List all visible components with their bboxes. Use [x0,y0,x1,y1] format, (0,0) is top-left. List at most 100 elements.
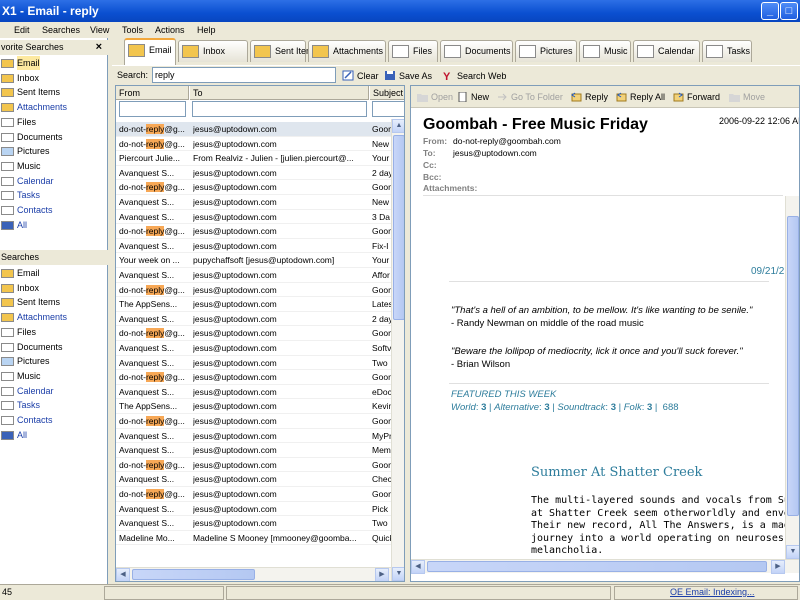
to-filter-input[interactable] [192,101,367,117]
album-title[interactable]: Summer At Shatter Creek [531,465,702,480]
middle-splitter[interactable] [405,85,409,582]
menu-tools[interactable]: Tools [122,22,143,38]
table-row[interactable]: The AppSens... jesus@uptodown.com Lates [116,297,392,312]
genre-world[interactable]: World [451,402,476,413]
search-item-all[interactable]: All [0,428,108,442]
menu-edit[interactable]: Edit [14,22,30,38]
search-item-documents[interactable]: Documents [0,340,108,354]
favorite-item-inbox[interactable]: Inbox [0,71,108,85]
tab-files[interactable]: Files [388,40,438,62]
reader-scroll-left-arrow[interactable]: ◀ [411,560,425,574]
genre-folk[interactable]: Folk [624,402,642,413]
tab-documents[interactable]: Documents [440,40,513,62]
scroll-down-arrow[interactable]: ▼ [392,567,404,581]
favorite-item-contacts[interactable]: Contacts [0,203,108,217]
scroll-right-arrow[interactable]: ▶ [375,568,389,581]
table-row[interactable]: Avanquest S... jesus@uptodown.com 3 Da [116,210,391,225]
open-button[interactable]: Open [417,91,453,104]
favorite-item-tasks[interactable]: Tasks [0,188,108,202]
list-vertical-scrollbar[interactable]: ▲ ▼ [391,119,404,581]
search-item-sent-items[interactable]: Sent Items [0,295,108,309]
tab-inbox[interactable]: Inbox [178,40,248,62]
left-splitter[interactable] [109,85,113,582]
go-to-folder-button[interactable]: Go To Folder [497,91,563,104]
column-header-from[interactable]: From [116,86,189,100]
table-row[interactable]: The AppSens... jesus@uptodown.com Kevin [116,399,392,414]
search-item-contacts[interactable]: Contacts [0,413,108,427]
favorite-item-attachments[interactable]: Attachments [0,100,108,114]
search-item-music[interactable]: Music [0,369,108,383]
table-row[interactable]: Piercourt Julie... From Realviz - Julien … [116,151,391,166]
save-as-button[interactable]: Save As [384,69,432,83]
scroll-left-arrow[interactable]: ◀ [116,568,130,581]
table-row[interactable]: Avanquest S... jesus@uptodown.com eDoc [116,385,392,400]
close-icon[interactable]: × [96,40,102,55]
reader-horizontal-scrollbar[interactable]: ◀ ▶ [411,559,799,574]
to-address[interactable]: jesus@uptodown.com [453,148,537,158]
favorite-item-documents[interactable]: Documents [0,130,108,144]
table-row[interactable]: do-not-reply@g... jesus@uptodown.com Goom [116,370,392,385]
menu-help[interactable]: Help [197,22,216,38]
table-row[interactable]: Avanquest S... jesus@uptodown.com Fix-I [116,239,391,254]
tab-attachments[interactable]: Attachments [308,40,386,62]
table-row[interactable]: do-not-reply@g... jesus@uptodown.com Goom [116,458,392,473]
table-row[interactable]: Avanquest S... jesus@uptodown.com Softv [116,341,391,356]
reader-hscroll-thumb[interactable] [427,561,767,572]
table-row[interactable]: Avanquest S... jesus@uptodown.com Chec [116,472,392,487]
menu-actions[interactable]: Actions [155,22,185,38]
table-row[interactable]: do-not-reply@g... jesus@uptodown.com Goom [116,180,392,195]
tab-calendar[interactable]: Calendar [633,40,700,62]
table-row[interactable]: do-not-reply@g... jesus@uptodown.com Goom [116,414,392,429]
subject-filter-input[interactable] [372,101,404,117]
tab-email[interactable]: Email [124,38,176,65]
move-button[interactable]: Move [729,91,765,104]
table-row[interactable]: Madeline Mo... Madeline S Mooney [mmooney… [116,531,392,546]
favorite-item-pictures[interactable]: Pictures [0,144,108,158]
search-item-files[interactable]: Files [0,325,108,339]
search-item-attachments[interactable]: Attachments [0,310,108,324]
reader-scroll-right-arrow[interactable]: ▶ [771,560,785,574]
table-row[interactable]: Your week on ... pupychaffsoft [jesus@upt… [116,253,391,268]
menu-searches[interactable]: Searches [42,22,80,38]
tab-sent-items[interactable]: Sent Items [250,40,318,62]
table-row[interactable]: Avanquest S... jesus@uptodown.com 2 day [116,312,392,327]
scroll-thumb[interactable] [393,135,404,320]
table-row[interactable]: Avanquest S... jesus@uptodown.com 2 day [116,166,392,181]
reply-button[interactable]: Reply [571,91,608,104]
search-input[interactable]: reply [152,67,336,83]
list-horizontal-scrollbar[interactable]: ◀ ▶ [116,567,391,581]
new-button[interactable]: New [457,91,489,104]
favorite-item-music[interactable]: Music [0,159,108,173]
reader-vertical-scrollbar[interactable]: ▼ [785,196,799,559]
table-row[interactable]: Avanquest S... jesus@uptodown.com MyPr [116,429,392,444]
tab-music[interactable]: Music [579,40,631,62]
reply-all-button[interactable]: Reply All [616,91,665,104]
favorite-item-all[interactable]: All [0,218,108,232]
clear-button[interactable]: Clear [342,69,379,83]
reader-scroll-thumb[interactable] [787,216,799,516]
from-filter-input[interactable] [119,101,186,117]
table-row[interactable]: do-not-reply@g... jesus@uptodown.com Goom [116,122,392,137]
table-row[interactable]: do-not-reply@g... jesus@uptodown.com Goom [116,224,392,239]
favorite-item-files[interactable]: Files [0,115,108,129]
indexing-status-link[interactable]: OE Email: Indexing... [670,585,755,600]
table-row[interactable]: do-not-reply@g... jesus@uptodown.com Goom [116,487,392,502]
tab-pictures[interactable]: Pictures [515,40,577,62]
table-row[interactable]: Avanquest S... jesus@uptodown.com New [116,195,391,210]
genre-more-count[interactable]: 688 [663,402,679,413]
favorite-item-email[interactable]: Email [0,56,108,70]
search-item-inbox[interactable]: Inbox [0,281,108,295]
menu-view[interactable]: View [90,22,109,38]
tab-tasks[interactable]: Tasks [702,40,752,62]
table-row[interactable]: Avanquest S... jesus@uptodown.com Affor [116,268,391,283]
table-row[interactable]: do-not-reply@g... jesus@uptodown.com Goom [116,326,392,341]
from-address[interactable]: do-not-reply@goombah.com [453,136,561,146]
genre-alternative[interactable]: Alternative [494,402,539,413]
hscroll-thumb[interactable] [132,569,255,580]
table-row[interactable]: Avanquest S... jesus@uptodown.com Two [116,516,391,531]
column-header-to[interactable]: To [190,86,369,100]
table-row[interactable]: Avanquest S... jesus@uptodown.com Pick I [116,502,392,517]
search-item-email[interactable]: Email [0,266,108,280]
favorite-item-sent-items[interactable]: Sent Items [0,85,108,99]
search-item-pictures[interactable]: Pictures [0,354,108,368]
